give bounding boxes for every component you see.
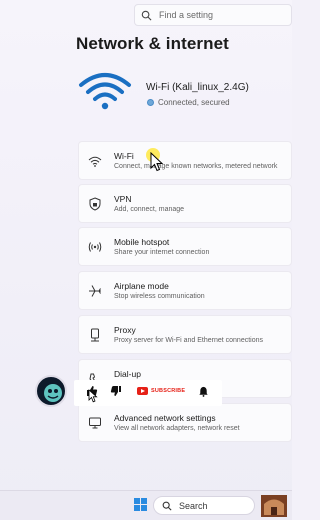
settings-item-title: Wi-Fi xyxy=(114,151,134,161)
settings-item-vpn[interactable]: VPN Add, connect, manage xyxy=(78,184,292,223)
status-icon xyxy=(147,99,154,106)
settings-item-title: Advanced network settings xyxy=(114,413,216,423)
connection-status-text: Connected, secured xyxy=(158,98,230,107)
settings-item-subtitle: Add, connect, manage xyxy=(114,206,185,213)
settings-item-title: VPN xyxy=(114,194,132,204)
search-placeholder: Find a setting xyxy=(159,10,214,20)
building-icon xyxy=(261,495,287,517)
settings-item-title: Proxy xyxy=(114,325,136,335)
settings-item-subtitle: Connect, manage known networks, metered … xyxy=(114,163,278,170)
settings-item-mobile-hotspot[interactable]: Mobile hotspot Share your internet conne… xyxy=(78,227,292,266)
find-setting-search[interactable]: Find a setting xyxy=(134,4,292,26)
taskbar-search[interactable]: Search xyxy=(153,496,255,515)
dislike-icon[interactable] xyxy=(110,385,122,397)
mouse-pointer-icon xyxy=(150,152,164,172)
search-icon xyxy=(162,501,172,511)
settings-item-subtitle: Stop wireless communication xyxy=(114,293,205,300)
settings-item-subtitle: View all network adapters, network reset xyxy=(114,425,240,432)
wifi-icon xyxy=(88,156,102,167)
settings-item-title: Airplane mode xyxy=(114,281,169,291)
settings-item-title: Dial-up xyxy=(114,369,141,379)
settings-item-advanced-network[interactable]: Advanced network settings View all netwo… xyxy=(78,403,292,442)
subscribe-button[interactable]: SUBSCRIBE xyxy=(137,387,185,395)
taskbar-search-placeholder: Search xyxy=(179,500,208,511)
shield-icon xyxy=(89,197,101,211)
subscribe-label: SUBSCRIBE xyxy=(151,388,186,394)
page-title: Network & internet xyxy=(76,34,229,53)
airplane-icon xyxy=(89,285,101,297)
monitor-icon xyxy=(89,417,101,429)
bell-icon[interactable] xyxy=(198,386,209,397)
connected-network-name: Wi-Fi (Kali_linux_2.4G) xyxy=(146,82,249,93)
settings-item-proxy[interactable]: Proxy Proxy server for Wi-Fi and Etherne… xyxy=(78,315,292,354)
taskbar-app-icon[interactable] xyxy=(261,495,287,517)
proxy-icon xyxy=(91,328,99,342)
wifi-icon xyxy=(79,73,131,110)
channel-avatar xyxy=(35,375,67,407)
hotspot-icon xyxy=(88,242,102,252)
settings-item-wifi[interactable]: Wi-Fi Connect, manage known networks, me… xyxy=(78,141,292,180)
connection-status: Connected, secured xyxy=(147,98,230,107)
settings-item-airplane-mode[interactable]: Airplane mode Stop wireless communicatio… xyxy=(78,271,292,310)
search-icon xyxy=(141,10,152,20)
hand-pointer-icon xyxy=(88,389,98,403)
settings-item-subtitle: Share your internet connection xyxy=(114,249,210,256)
youtube-logo-icon xyxy=(137,387,148,395)
settings-item-title: Mobile hotspot xyxy=(114,237,170,247)
settings-item-subtitle: Proxy server for Wi-Fi and Ethernet conn… xyxy=(114,337,264,344)
windows-start-icon[interactable] xyxy=(134,498,147,511)
